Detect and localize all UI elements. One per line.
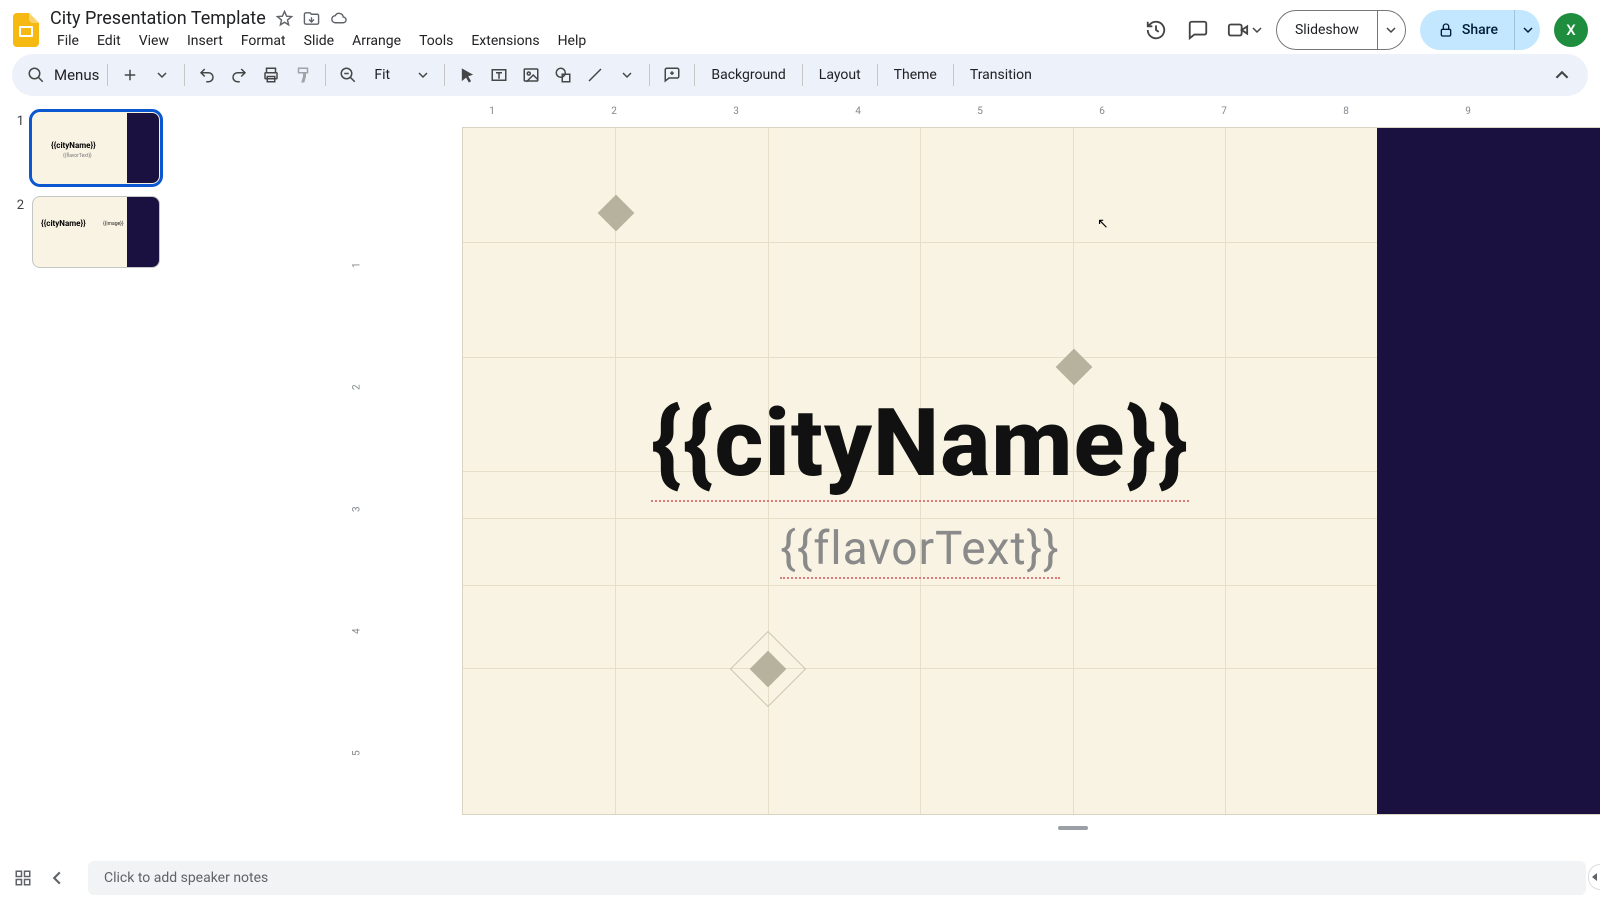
paint-format-button[interactable] bbox=[289, 61, 317, 89]
doc-title[interactable]: City Presentation Template bbox=[50, 8, 266, 29]
ruler-tick: 4 bbox=[352, 628, 363, 634]
slide-canvas[interactable]: {{cityName}} {{flavorText}} ↖ bbox=[463, 128, 1600, 814]
comments-icon[interactable] bbox=[1184, 16, 1212, 44]
ruler-tick: 6 bbox=[1099, 106, 1105, 117]
thumb-image-label: {{image}} bbox=[103, 221, 124, 227]
slide-thumbnail-1[interactable]: {{cityName}} {{flavorText}} bbox=[32, 112, 160, 184]
diamond-shape[interactable] bbox=[1056, 349, 1093, 386]
background-button[interactable]: Background bbox=[703, 61, 793, 89]
menu-view[interactable]: View bbox=[132, 31, 176, 51]
ruler-tick: 1 bbox=[352, 262, 363, 268]
share-button[interactable]: Share bbox=[1420, 10, 1540, 50]
menu-extensions[interactable]: Extensions bbox=[464, 31, 546, 51]
main: 1 {{cityName}} {{flavorText}} 2 {{cityNa… bbox=[0, 104, 1600, 856]
theme-button[interactable]: Theme bbox=[886, 61, 945, 89]
menus-label: Menus bbox=[54, 66, 99, 84]
mouse-cursor: ↖ bbox=[1097, 216, 1109, 232]
lock-icon bbox=[1438, 22, 1454, 38]
zoom-out-icon[interactable] bbox=[334, 61, 362, 89]
slide-number: 1 bbox=[12, 112, 24, 184]
image-tool[interactable] bbox=[517, 61, 545, 89]
speaker-notes-placeholder: Click to add speaker notes bbox=[104, 870, 268, 886]
ruler-tick: 5 bbox=[352, 750, 363, 756]
thumb-title: {{cityName}} bbox=[41, 219, 86, 228]
slideshow-caret[interactable] bbox=[1377, 11, 1405, 49]
menu-insert[interactable]: Insert bbox=[180, 31, 230, 51]
toolbar: Menus Fit Background Layout Theme Transi… bbox=[12, 54, 1588, 96]
menu-tools[interactable]: Tools bbox=[412, 31, 460, 51]
ruler-tick: 9 bbox=[1465, 106, 1471, 117]
speaker-notes-drag-handle[interactable] bbox=[1058, 826, 1088, 830]
slide-title-placeholder[interactable]: {{cityName}} bbox=[463, 384, 1377, 499]
header: City Presentation Template File Edit Vie… bbox=[0, 0, 1600, 54]
grid-view-icon[interactable] bbox=[14, 869, 32, 887]
transition-button[interactable]: Transition bbox=[962, 61, 1040, 89]
star-icon[interactable] bbox=[276, 10, 293, 27]
select-tool[interactable] bbox=[453, 61, 481, 89]
line-caret[interactable] bbox=[613, 61, 641, 89]
ruler-tick: 3 bbox=[733, 106, 739, 117]
print-button[interactable] bbox=[257, 61, 285, 89]
ruler-tick: 7 bbox=[1221, 106, 1227, 117]
filmstrip: 1 {{cityName}} {{flavorText}} 2 {{cityNa… bbox=[0, 104, 175, 856]
layout-button[interactable]: Layout bbox=[811, 61, 869, 89]
menu-slide[interactable]: Slide bbox=[297, 31, 341, 51]
slides-logo[interactable] bbox=[12, 12, 40, 48]
slideshow-button[interactable]: Slideshow bbox=[1276, 10, 1406, 50]
textbox-tool[interactable] bbox=[485, 61, 513, 89]
account-avatar[interactable]: X bbox=[1554, 13, 1588, 47]
new-slide-button[interactable] bbox=[116, 61, 144, 89]
menu-help[interactable]: Help bbox=[551, 31, 594, 51]
history-icon[interactable] bbox=[1142, 16, 1170, 44]
canvas-area: 1 2 3 4 5 6 7 8 9 1 2 3 4 5 bbox=[175, 104, 1600, 856]
ruler-tick: 5 bbox=[977, 106, 983, 117]
ruler-tick: 8 bbox=[1343, 106, 1349, 117]
share-label: Share bbox=[1462, 22, 1498, 38]
menu-arrange[interactable]: Arrange bbox=[345, 31, 408, 51]
shape-tool[interactable] bbox=[549, 61, 577, 89]
comment-add-button[interactable] bbox=[658, 61, 686, 89]
speaker-notes-input[interactable]: Click to add speaker notes bbox=[88, 861, 1586, 895]
new-slide-caret[interactable] bbox=[148, 61, 176, 89]
zoom-value: Fit bbox=[374, 67, 390, 83]
slide-dark-panel bbox=[1377, 128, 1600, 814]
search-menus-icon[interactable] bbox=[22, 61, 50, 89]
cloud-status-icon[interactable] bbox=[330, 10, 348, 27]
menu-bar: File Edit View Insert Format Slide Arran… bbox=[50, 29, 593, 53]
menu-file[interactable]: File bbox=[50, 31, 86, 51]
slide-number: 2 bbox=[12, 196, 24, 268]
ruler-tick: 4 bbox=[855, 106, 861, 117]
ruler-horizontal: 1 2 3 4 5 6 7 8 9 bbox=[370, 104, 1570, 122]
menu-format[interactable]: Format bbox=[234, 31, 293, 51]
redo-button[interactable] bbox=[225, 61, 253, 89]
ruler-tick: 1 bbox=[489, 106, 495, 117]
slideshow-label: Slideshow bbox=[1277, 22, 1377, 38]
thumb-subtitle: {{flavorText}} bbox=[63, 153, 92, 159]
slide-thumbnail-2[interactable]: {{cityName}} {{image}} bbox=[32, 196, 160, 268]
line-tool[interactable] bbox=[581, 61, 609, 89]
meet-button[interactable] bbox=[1226, 19, 1262, 41]
collapse-filmstrip-icon[interactable] bbox=[50, 871, 64, 885]
zoom-select[interactable]: Fit bbox=[366, 67, 436, 83]
ruler-tick: 2 bbox=[352, 384, 363, 390]
ruler-tick: 2 bbox=[611, 106, 617, 117]
thumb-title: {{cityName}} bbox=[51, 141, 96, 150]
ruler-vertical: 1 2 3 4 5 bbox=[355, 122, 373, 856]
footer: Click to add speaker notes bbox=[0, 856, 1600, 900]
undo-button[interactable] bbox=[193, 61, 221, 89]
move-icon[interactable] bbox=[303, 10, 320, 27]
ruler-tick: 3 bbox=[352, 506, 363, 512]
diamond-shape[interactable] bbox=[598, 195, 635, 232]
collapse-toolbar-icon[interactable] bbox=[1548, 61, 1576, 89]
slide-subtitle-placeholder[interactable]: {{flavorText}} bbox=[463, 522, 1377, 576]
menu-edit[interactable]: Edit bbox=[90, 31, 128, 51]
share-caret[interactable] bbox=[1514, 10, 1540, 50]
